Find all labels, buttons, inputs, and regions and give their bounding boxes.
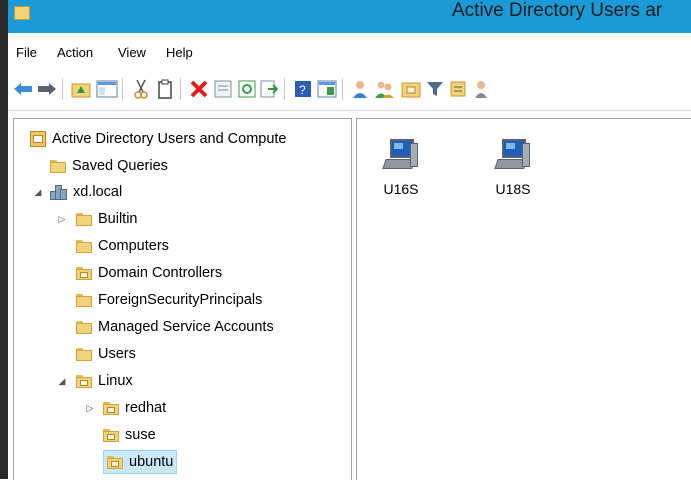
toolbar-separator xyxy=(180,78,181,100)
computer-icon xyxy=(382,139,418,171)
tree-node-root[interactable]: Active Directory Users and Compute xyxy=(30,128,287,150)
add-to-group-icon[interactable] xyxy=(470,78,492,100)
refresh-icon[interactable] xyxy=(236,78,258,100)
window-title: Active Directory Users ar xyxy=(452,0,663,21)
toolbar-separator xyxy=(342,78,343,100)
filter-icon[interactable] xyxy=(424,78,446,100)
tree-node-label: Domain Controllers xyxy=(98,265,223,281)
view-icon[interactable] xyxy=(316,78,338,100)
computer-item[interactable]: U16S xyxy=(371,139,431,197)
new-ou-icon[interactable] xyxy=(400,78,422,100)
tree-node-domain-controllers[interactable]: Domain Controllers xyxy=(76,262,222,284)
tree-node-computers[interactable]: Computers xyxy=(76,235,169,257)
folder-icon xyxy=(76,347,92,361)
tree-node-linux[interactable]: Linux xyxy=(76,370,133,392)
computer-item[interactable]: U18S xyxy=(483,139,543,197)
window-left-edge xyxy=(0,0,8,479)
console-tree[interactable]: Active Directory Users and Compute Saved… xyxy=(13,118,352,480)
tree-node-ubuntu[interactable]: ubuntu xyxy=(103,450,178,474)
forward-arrow-icon[interactable] xyxy=(36,78,58,100)
computer-label: U18S xyxy=(495,181,531,197)
ou-folder-icon xyxy=(103,428,119,442)
expand-arrow-icon[interactable]: ▷ xyxy=(85,403,95,413)
domain-icon xyxy=(50,184,67,200)
tree-node-label: redhat xyxy=(125,400,167,416)
tree-node-foreign-security-principals[interactable]: ForeignSecurityPrincipals xyxy=(76,289,262,311)
toolbar: ? xyxy=(8,68,691,111)
ou-folder-icon xyxy=(107,455,123,469)
tree-node-label: ubuntu xyxy=(129,454,174,470)
details-pane[interactable]: U16S U18S xyxy=(356,118,691,480)
tree-node-label: xd.local xyxy=(73,184,123,200)
up-folder-icon[interactable] xyxy=(70,78,92,100)
folder-icon xyxy=(76,239,92,253)
expand-arrow-icon[interactable]: ▷ xyxy=(57,214,67,224)
computer-icon xyxy=(494,139,530,171)
tree-node-label: Computers xyxy=(98,238,169,254)
tree-node-redhat[interactable]: redhat xyxy=(103,397,166,419)
menu-file[interactable]: File xyxy=(16,45,37,60)
tree-node-label: Linux xyxy=(98,373,133,389)
delete-icon[interactable] xyxy=(188,78,210,100)
folder-icon xyxy=(76,320,92,334)
export-list-icon[interactable] xyxy=(258,78,280,100)
tree-node-domain[interactable]: xd.local xyxy=(50,181,122,203)
main-panes: Active Directory Users and Compute Saved… xyxy=(8,118,691,480)
menu-help[interactable]: Help xyxy=(166,45,193,60)
tree-node-label: ForeignSecurityPrincipals xyxy=(98,292,263,308)
toolbar-separator xyxy=(62,78,63,100)
copy-icon[interactable] xyxy=(154,78,176,100)
folder-icon xyxy=(76,293,92,307)
ou-folder-icon xyxy=(76,374,92,388)
tree-node-users[interactable]: Users xyxy=(76,343,136,365)
menu-view[interactable]: View xyxy=(118,45,146,60)
menu-bar: File Action View Help xyxy=(8,36,691,66)
tree-node-label: Builtin xyxy=(98,211,138,227)
collapse-arrow-icon[interactable]: ◢ xyxy=(57,376,67,386)
ou-folder-icon xyxy=(103,401,119,415)
menu-action[interactable]: Action xyxy=(57,45,93,60)
show-hide-console-tree-icon[interactable] xyxy=(96,78,118,100)
tree-node-label: Saved Queries xyxy=(72,158,168,174)
collapse-arrow-icon[interactable]: ◢ xyxy=(33,187,43,197)
folder-icon xyxy=(76,212,92,226)
toolbar-separator xyxy=(122,78,123,100)
tree-node-label: Users xyxy=(98,346,136,362)
tree-node-saved-queries[interactable]: Saved Queries xyxy=(50,155,168,177)
back-arrow-icon[interactable] xyxy=(12,78,34,100)
new-group-icon[interactable] xyxy=(374,78,396,100)
ad-users-computers-icon xyxy=(30,131,46,147)
tree-node-label: Active Directory Users and Compute xyxy=(52,131,287,147)
find-icon[interactable] xyxy=(448,78,470,100)
svg-text:?: ? xyxy=(299,83,306,97)
tree-node-managed-service-accounts[interactable]: Managed Service Accounts xyxy=(76,316,274,338)
folder-icon xyxy=(50,159,66,173)
cut-icon[interactable] xyxy=(130,78,152,100)
tree-node-label: suse xyxy=(125,427,156,443)
help-icon[interactable]: ? xyxy=(292,78,314,100)
toolbar-separator xyxy=(284,78,285,100)
new-user-icon[interactable] xyxy=(350,78,372,100)
folder-icon xyxy=(14,6,30,20)
properties-icon[interactable] xyxy=(212,78,234,100)
tree-node-suse[interactable]: suse xyxy=(103,424,156,446)
title-bar[interactable]: Active Directory Users ar xyxy=(8,0,691,33)
tree-node-label: Managed Service Accounts xyxy=(98,319,274,335)
ou-folder-icon xyxy=(76,266,92,280)
tree-node-builtin[interactable]: Builtin xyxy=(76,208,138,230)
computer-label: U16S xyxy=(383,181,419,197)
